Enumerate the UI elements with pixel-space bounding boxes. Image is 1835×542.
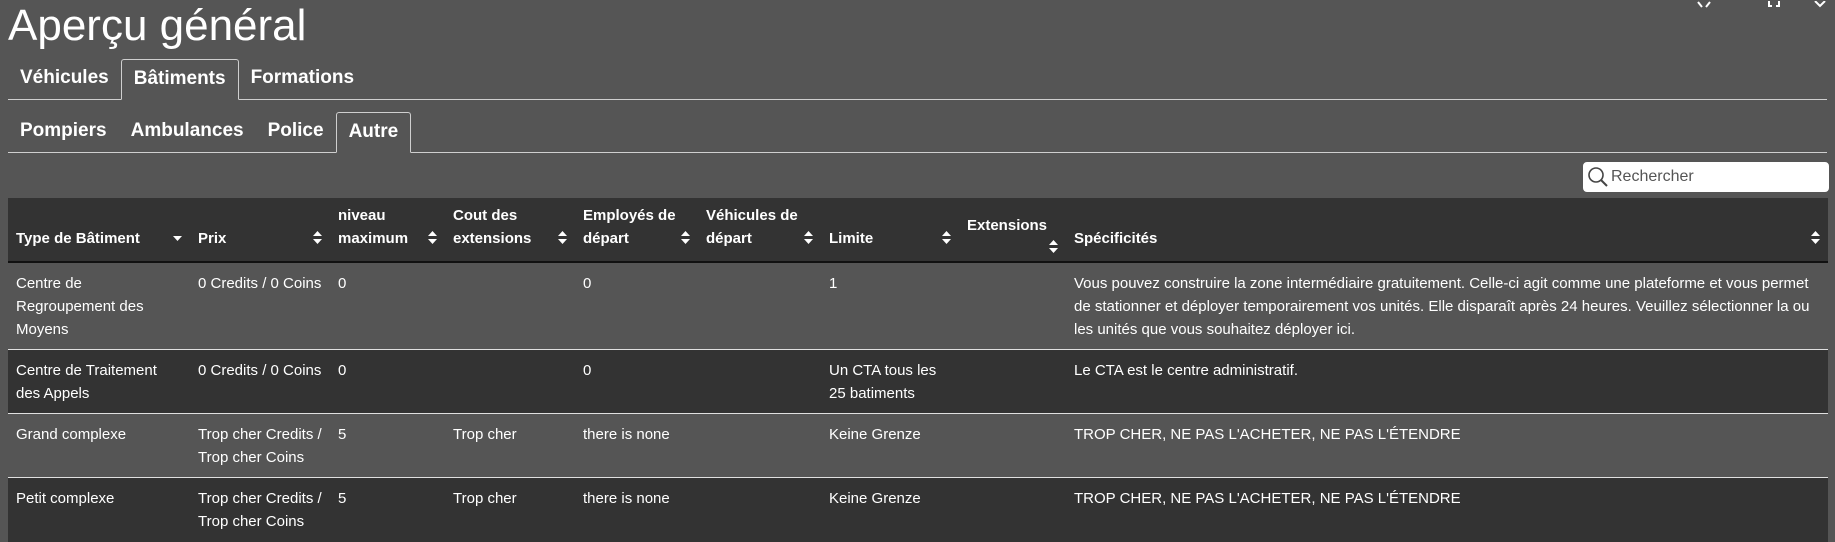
sub-tabs: Pompiers Ambulances Police Autre	[8, 112, 1827, 153]
col-type-batiment[interactable]: Type de Bâtiment	[8, 198, 190, 263]
sort-icon	[942, 231, 951, 244]
tab-ambulances[interactable]: Ambulances	[119, 112, 256, 151]
sort-icon	[313, 231, 322, 244]
sort-icon	[1049, 240, 1058, 253]
cell-cout: Trop cher	[445, 477, 575, 542]
search-input[interactable]	[1611, 164, 1823, 190]
tab-police[interactable]: Police	[256, 112, 336, 151]
table-header-row: Type de Bâtiment Prix niveau maximum Cou…	[8, 198, 1828, 263]
sort-desc-icon	[173, 236, 182, 241]
sort-icon	[681, 231, 690, 244]
cell-employes: there is none	[575, 413, 698, 478]
cell-extensions	[959, 261, 1066, 350]
cell-limite: 1	[821, 261, 959, 350]
cell-cout	[445, 261, 575, 350]
cell-niveau: 0	[330, 349, 445, 414]
search-box	[1583, 162, 1829, 192]
cell-extensions	[959, 413, 1066, 478]
maximize-icon[interactable]	[1767, 0, 1781, 12]
col-extensions[interactable]: Extensions	[959, 198, 1066, 263]
close-icon[interactable]	[1813, 0, 1827, 12]
sort-icon	[1811, 231, 1820, 244]
search-icon	[1587, 166, 1609, 188]
table-row[interactable]: Centre de Traitement des Appels 0 Credit…	[8, 349, 1828, 414]
cell-specificites: TROP CHER, NE PAS L'ACHETER, NE PAS L'ÉT…	[1066, 413, 1828, 478]
cell-cout: Trop cher	[445, 413, 575, 478]
cell-employes: 0	[575, 349, 698, 414]
table-row[interactable]: Centre de Regroupement des Moyens 0 Cred…	[8, 261, 1828, 350]
cell-employes: there is none	[575, 477, 698, 542]
cell-extensions	[959, 477, 1066, 542]
cell-vehicules	[698, 349, 821, 414]
col-limite[interactable]: Limite	[821, 198, 959, 263]
tab-autre[interactable]: Autre	[335, 112, 412, 153]
cell-vehicules	[698, 261, 821, 350]
table-row[interactable]: Grand complexe Trop cher Credits / Trop …	[8, 413, 1828, 478]
cell-type: Centre de Regroupement des Moyens	[8, 261, 190, 350]
buildings-table: Type de Bâtiment Prix niveau maximum Cou…	[8, 198, 1828, 542]
cell-prix: 0 Credits / 0 Coins	[190, 349, 330, 414]
cell-specificites: Le CTA est le centre administratif.	[1066, 349, 1828, 414]
cell-type: Petit complexe	[8, 477, 190, 542]
cell-limite: Keine Grenze	[821, 477, 959, 542]
sort-icon	[804, 231, 813, 244]
sort-icon	[558, 231, 567, 244]
col-cout-extensions[interactable]: Cout des extensions	[445, 198, 575, 263]
cell-prix: Trop cher Credits / Trop cher Coins	[190, 477, 330, 542]
minimize-icon[interactable]	[1697, 0, 1711, 12]
cell-prix: 0 Credits / 0 Coins	[190, 261, 330, 350]
tab-vehicules[interactable]: Véhicules	[8, 59, 121, 98]
cell-specificites: Vous pouvez construire la zone intermédi…	[1066, 261, 1828, 350]
cell-cout	[445, 349, 575, 414]
page-title: Aperçu général	[8, 1, 307, 50]
cell-specificites: TROP CHER, NE PAS L'ACHETER, NE PAS L'ÉT…	[1066, 477, 1828, 542]
cell-type: Grand complexe	[8, 413, 190, 478]
col-employes-depart[interactable]: Employés de départ	[575, 198, 698, 263]
tab-formations[interactable]: Formations	[239, 59, 366, 98]
col-niveau-maximum[interactable]: niveau maximum	[330, 198, 445, 263]
cell-vehicules	[698, 477, 821, 542]
cell-limite: Keine Grenze	[821, 413, 959, 478]
cell-employes: 0	[575, 261, 698, 350]
cell-extensions	[959, 349, 1066, 414]
tab-batiments[interactable]: Bâtiments	[120, 59, 239, 100]
main-tabs: Véhicules Bâtiments Formations	[8, 59, 1827, 100]
sort-icon	[428, 231, 437, 244]
cell-niveau: 5	[330, 413, 445, 478]
cell-limite: Un CTA tous les 25 batiments	[821, 349, 959, 414]
cell-type: Centre de Traitement des Appels	[8, 349, 190, 414]
cell-niveau: 5	[330, 477, 445, 542]
col-vehicules-depart[interactable]: Véhicules de départ	[698, 198, 821, 263]
cell-prix: Trop cher Credits / Trop cher Coins	[190, 413, 330, 478]
cell-niveau: 0	[330, 261, 445, 350]
tab-pompiers[interactable]: Pompiers	[8, 112, 119, 151]
col-prix[interactable]: Prix	[190, 198, 330, 263]
col-specificites[interactable]: Spécificités	[1066, 198, 1828, 263]
table-row[interactable]: Petit complexe Trop cher Credits / Trop …	[8, 477, 1828, 542]
cell-vehicules	[698, 413, 821, 478]
